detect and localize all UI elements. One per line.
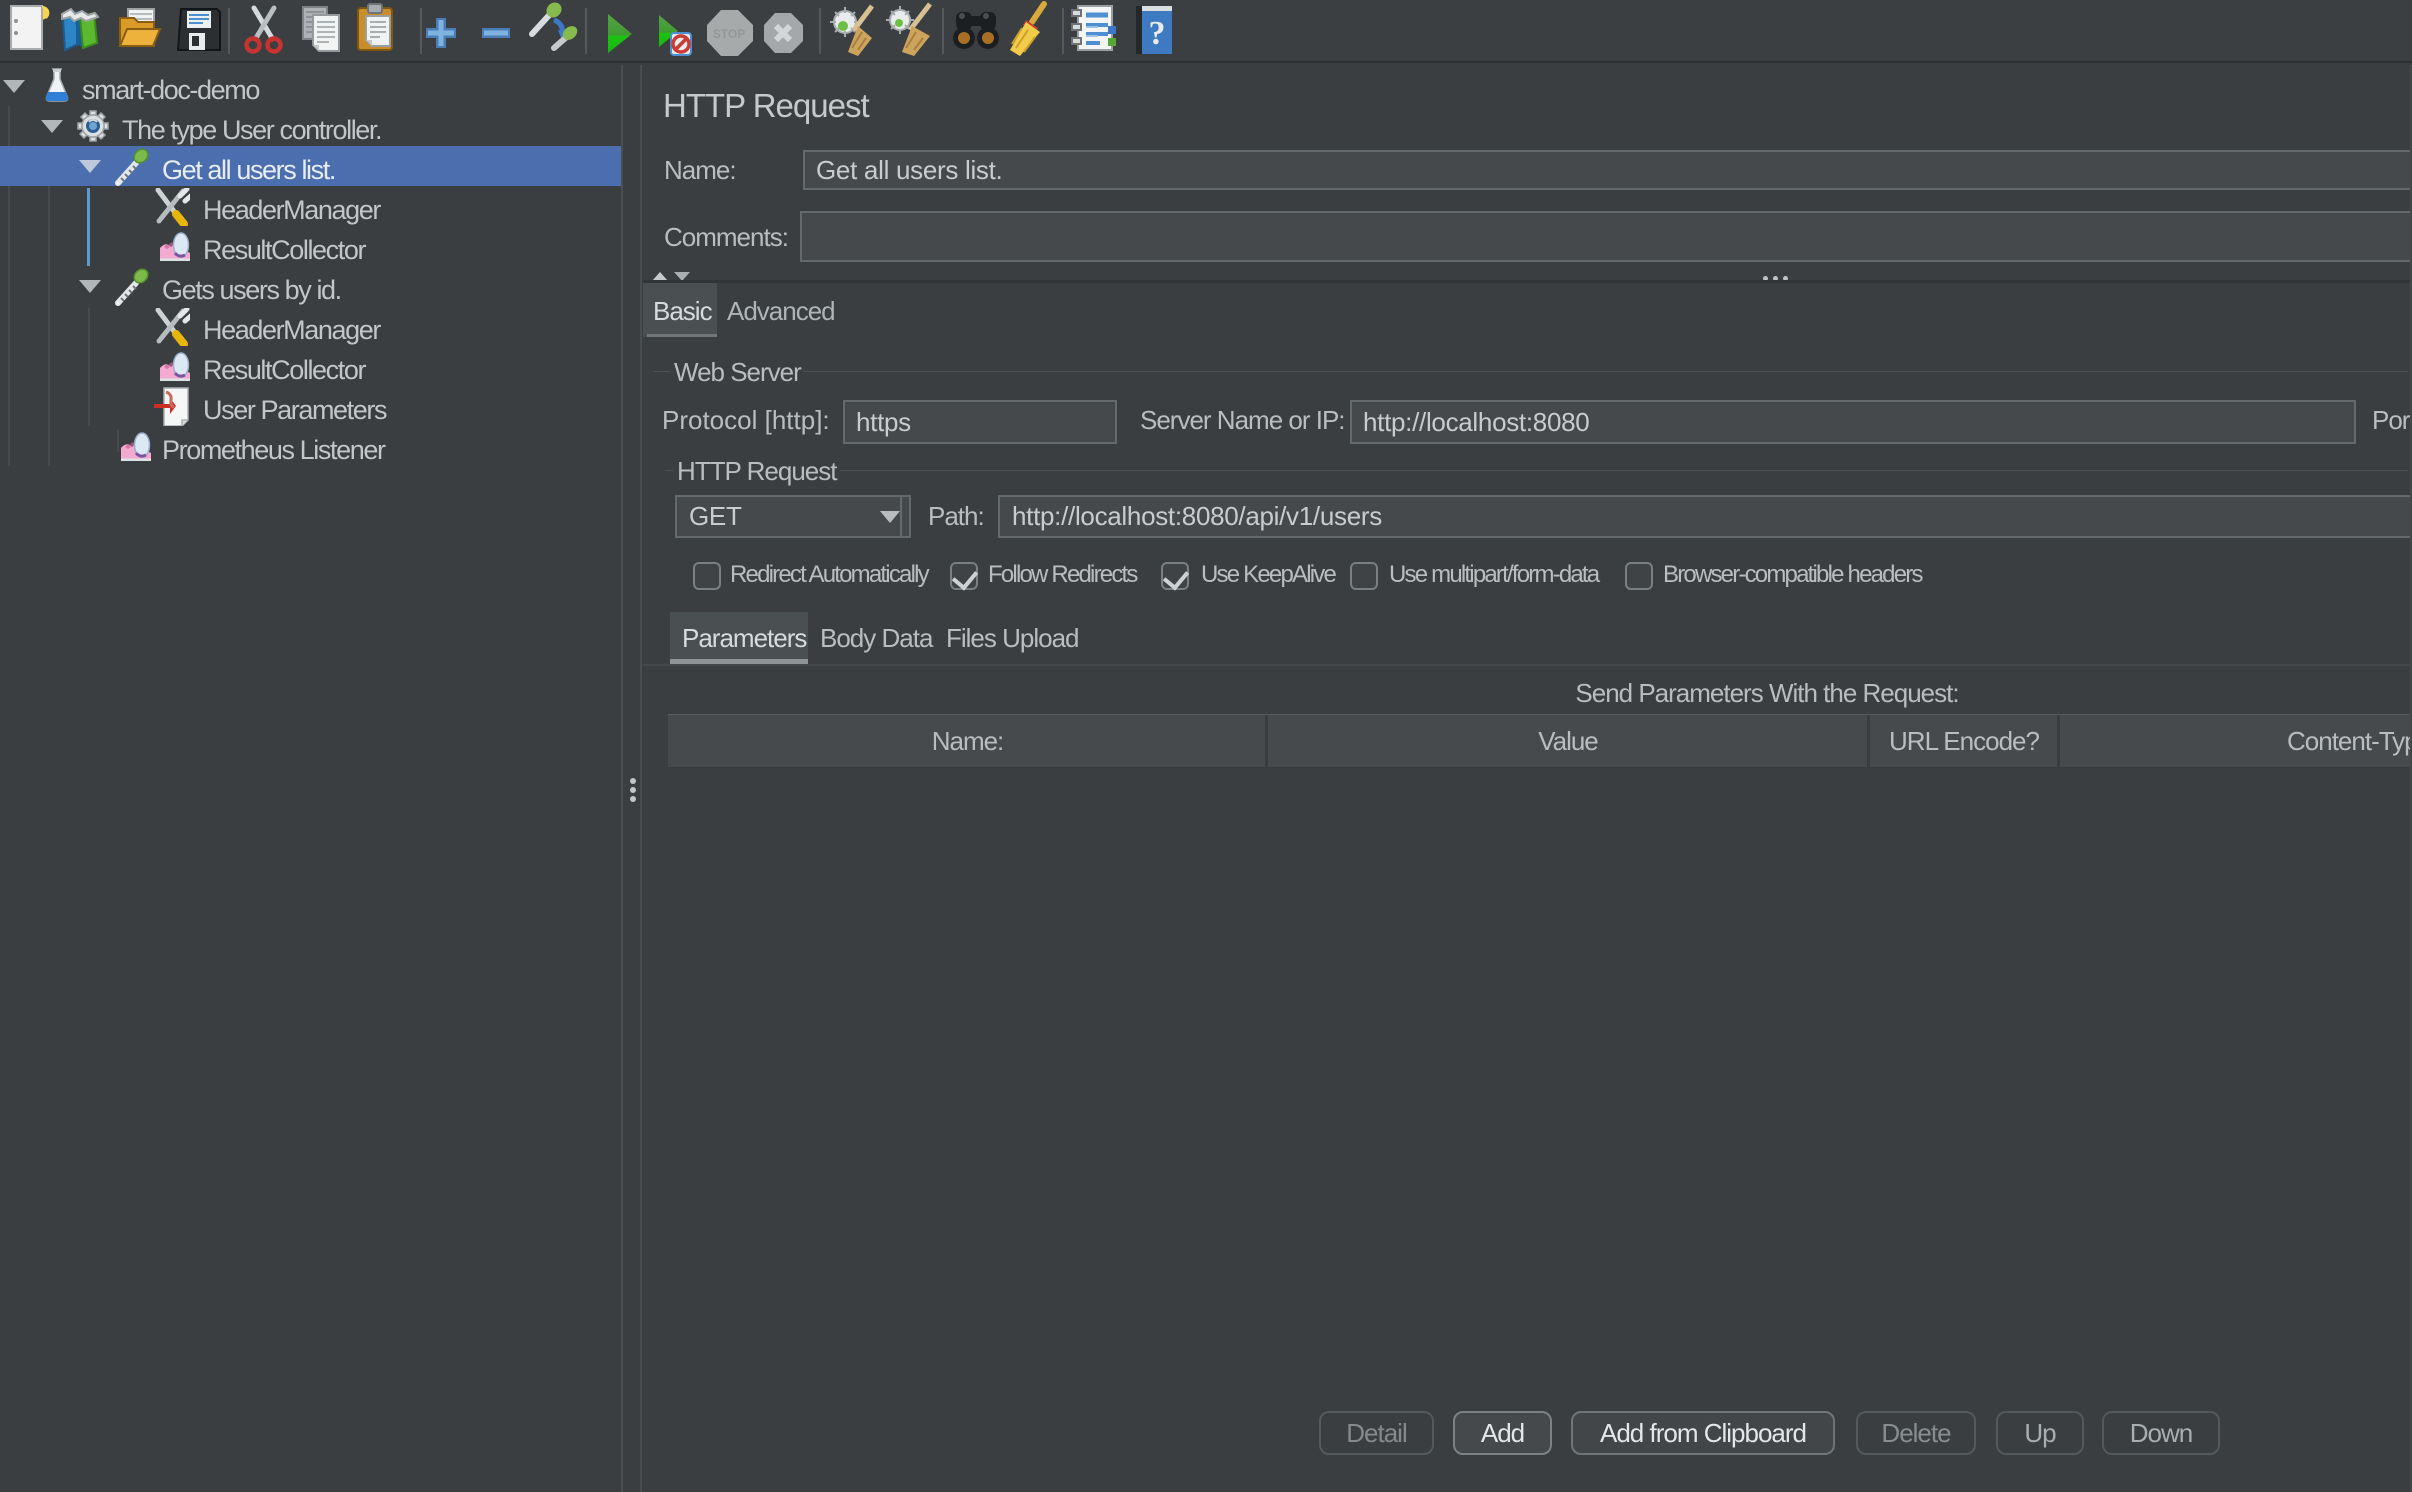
svg-text:?: ? [1149,15,1166,52]
svg-text:STOP: STOP [713,27,745,41]
